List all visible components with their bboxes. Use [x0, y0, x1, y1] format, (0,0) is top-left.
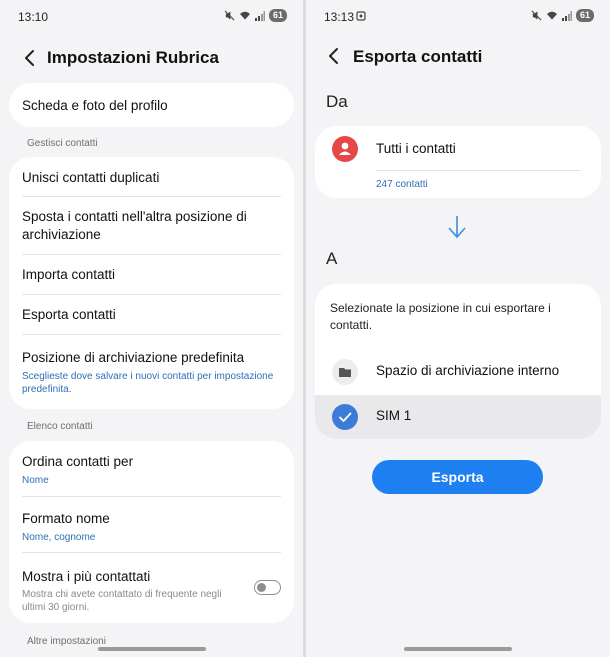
- most-contacted-toggle[interactable]: [254, 580, 281, 595]
- wifi-icon: [239, 11, 250, 20]
- section-contact-list: Elenco contatti: [27, 421, 93, 432]
- sort-contacts-item[interactable]: Ordina contatti per Nome: [9, 441, 294, 497]
- back-arrow-icon[interactable]: [324, 46, 344, 66]
- name-format-item[interactable]: Formato nome Nome, cognome: [9, 497, 294, 553]
- source-card[interactable]: Tutti i contatti 247 contatti: [315, 126, 601, 198]
- status-time: 13:13: [324, 10, 355, 24]
- page-title: Esporta contatti: [353, 47, 483, 66]
- gesture-handle: [404, 647, 512, 651]
- export-button[interactable]: Esporta: [372, 460, 543, 494]
- sim1-option[interactable]: SIM 1: [315, 395, 601, 439]
- wifi-icon: [546, 11, 557, 20]
- profile-label: Scheda e foto del profilo: [22, 98, 168, 113]
- gesture-handle: [97, 647, 206, 651]
- contacts-avatar-icon: [332, 136, 358, 162]
- destination-prompt: Selezionate la posizione in cui esportar…: [330, 301, 551, 332]
- arrow-down-icon: [448, 216, 466, 239]
- signal-icon: [561, 10, 572, 21]
- profile-card[interactable]: Scheda e foto del profilo: [9, 83, 294, 127]
- export-contacts-screen: 13:13 61 Esporta contatti Da Tutti i con…: [306, 0, 610, 657]
- battery-icon: 61: [575, 9, 594, 22]
- default-storage-item[interactable]: Posizione di archiviazione predefinita S…: [9, 335, 294, 409]
- destination-card: Selezionate la posizione in cui esportar…: [315, 284, 601, 439]
- manage-contacts-card: Unisci contatti duplicati Sposta i conta…: [9, 157, 294, 409]
- status-time: 13:10: [18, 10, 49, 24]
- export-contacts-item[interactable]: Esporta contatti: [9, 295, 294, 335]
- to-label: A: [326, 249, 338, 268]
- merge-duplicates-item[interactable]: Unisci contatti duplicati: [9, 157, 294, 197]
- screenshot-icon: [356, 11, 366, 21]
- check-icon: [339, 412, 352, 422]
- section-manage-contacts: Gestisci contatti: [27, 138, 98, 149]
- source-label: Tutti i contatti: [376, 141, 456, 156]
- contacts-settings-screen: 13:10 61 Impostazioni Rubrica Scheda e f…: [0, 0, 303, 657]
- import-contacts-item[interactable]: Importa contatti: [9, 255, 294, 295]
- back-arrow-icon[interactable]: [20, 48, 40, 68]
- contacts-count: 247 contatti: [376, 179, 428, 190]
- mute-icon: [224, 10, 235, 21]
- page-title: Impostazioni Rubrica: [47, 48, 219, 67]
- move-contacts-item[interactable]: Sposta i contatti nell'altra posizione d…: [9, 197, 294, 255]
- signal-icon: [254, 10, 265, 21]
- mute-icon: [531, 10, 542, 21]
- section-other-settings: Altre impostazioni: [27, 636, 106, 647]
- profile-row[interactable]: Scheda e foto del profilo: [9, 83, 294, 115]
- from-label: Da: [326, 92, 348, 111]
- show-most-contacted-item[interactable]: Mostra i più contattati Mostra chi avete…: [9, 553, 294, 623]
- folder-icon: [339, 368, 351, 377]
- app-bar: Esporta contatti: [306, 40, 610, 76]
- status-bar: 13:13 61: [306, 0, 610, 32]
- contact-list-card: Ordina contatti per Nome Formato nome No…: [9, 441, 294, 623]
- status-bar: 13:10 61: [0, 0, 303, 32]
- internal-storage-option[interactable]: Spazio di archiviazione interno: [315, 350, 601, 394]
- app-bar: Impostazioni Rubrica: [0, 40, 303, 76]
- battery-icon: 61: [268, 9, 287, 22]
